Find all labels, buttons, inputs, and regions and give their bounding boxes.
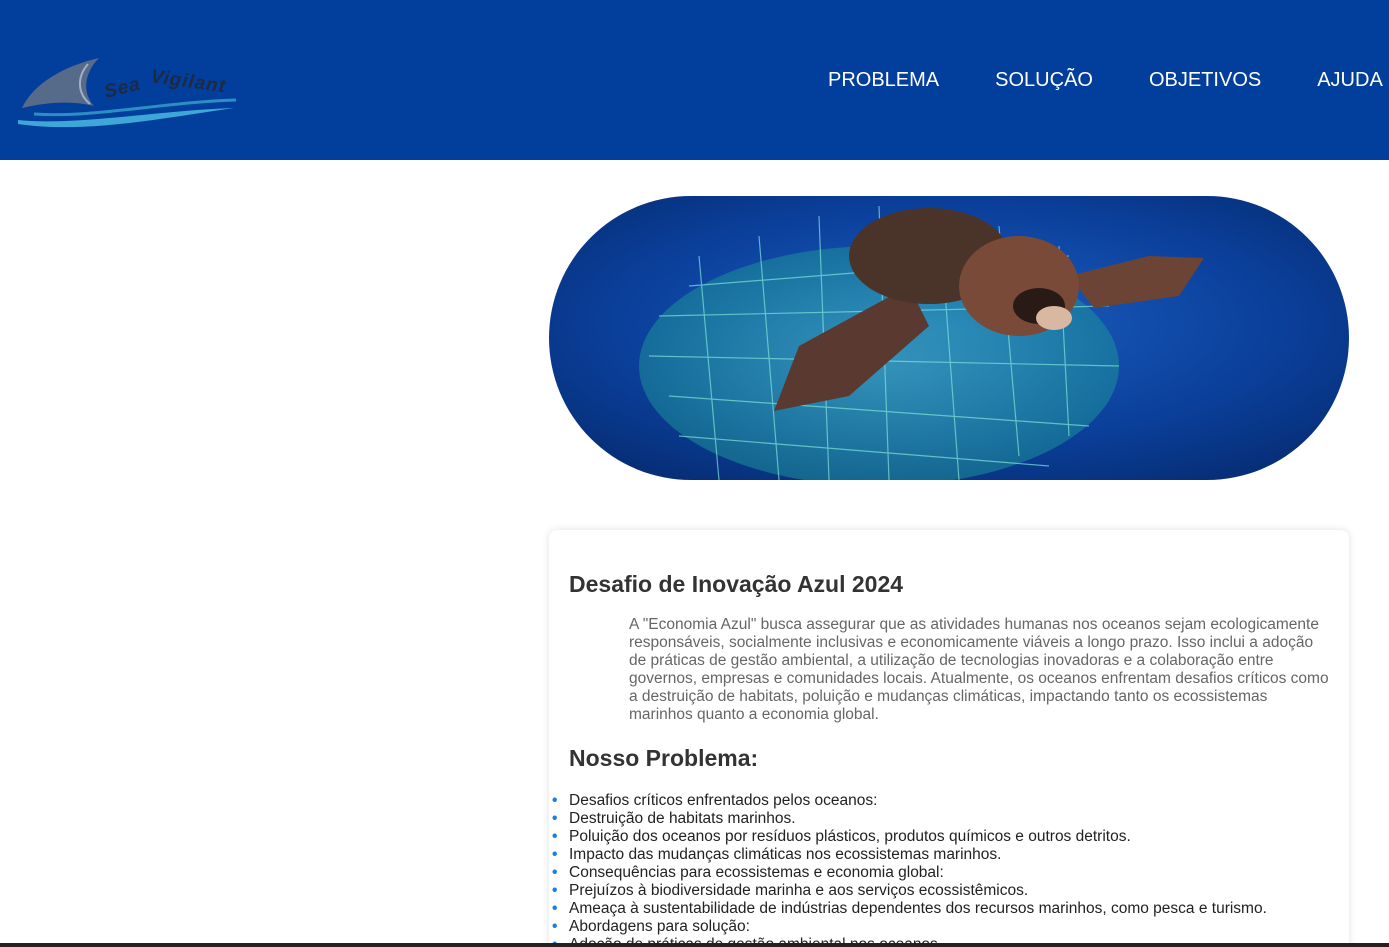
list-item: Impacto das mudanças climáticas nos ecos… <box>552 846 1329 864</box>
svg-text:Vigilant: Vigilant <box>149 66 227 97</box>
problem-list: Desafios críticos enfrentados pelos ocea… <box>552 792 1329 947</box>
section-title-problema: Nosso Problema: <box>569 745 759 771</box>
list-item: Desafios críticos enfrentados pelos ocea… <box>552 792 1329 810</box>
list-item: Ameaça à sustentabilidade de indústrias … <box>552 900 1329 918</box>
intro-paragraph: A "Economia Azul" busca assegurar que as… <box>629 616 1329 723</box>
main-nav: PROBLEMA SOLUÇÃO OBJETIVOS AJUDA <box>828 66 1389 94</box>
list-item: Poluição dos oceanos por resíduos plásti… <box>552 828 1329 846</box>
nav-link-problema[interactable]: PROBLEMA <box>828 66 939 94</box>
list-item: Prejuízos à biodiversidade marinha e aos… <box>552 882 1329 900</box>
nav-link-ajuda[interactable]: AJUDA <box>1317 66 1383 94</box>
list-item: Consequências para ecossistemas e econom… <box>552 864 1329 882</box>
viewport-bottom-edge <box>0 943 1389 947</box>
svg-text:Sea: Sea <box>102 74 143 103</box>
site-header: Sea Vigilant PROBLEMA SOLUÇÃO OBJETIVOS AJU… <box>0 0 1389 160</box>
content-card: Desafio de Inovação Azul 2024 A "Economi… <box>549 530 1349 947</box>
list-item: Abordagens para solução: <box>552 918 1329 936</box>
hero-image-sea-turtle-in-net <box>549 196 1349 480</box>
list-item: Destruição de habitats marinhos. <box>552 810 1329 828</box>
nav-link-solucao[interactable]: SOLUÇÃO <box>995 66 1093 94</box>
seavigilant-logo[interactable]: Sea Vigilant <box>14 48 244 132</box>
section-title-desafio: Desafio de Inovação Azul 2024 <box>569 571 904 597</box>
nav-link-objetivos[interactable]: OBJETIVOS <box>1149 66 1261 94</box>
